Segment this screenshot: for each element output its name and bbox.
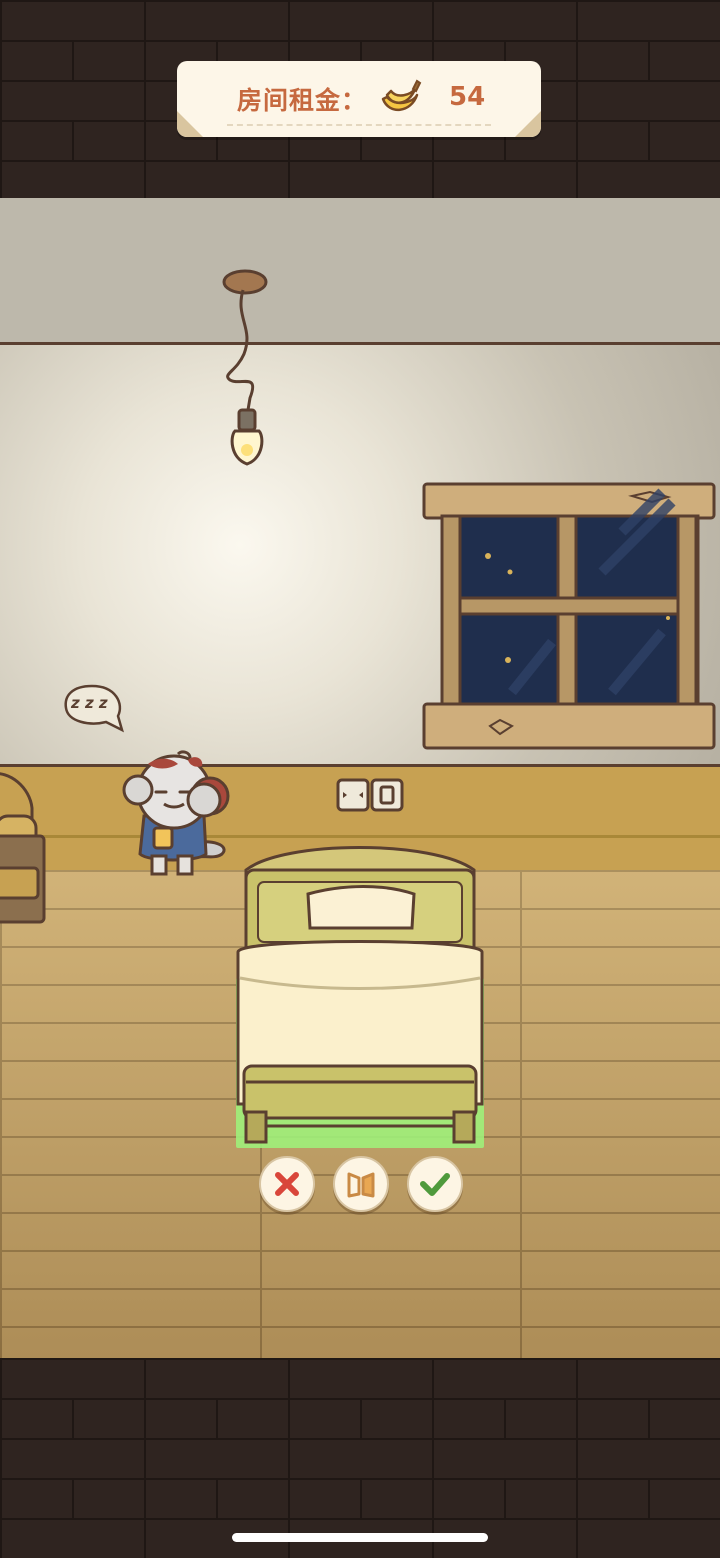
confirm-button[interactable] [407, 1156, 463, 1212]
panel-fold-left [177, 111, 203, 137]
sleep-bubble-icon: z z z [62, 682, 126, 734]
panel-divider [227, 124, 491, 126]
cancel-button[interactable] [259, 1156, 315, 1212]
bottom-brick-wall [0, 1358, 720, 1558]
light-bulb-icon[interactable] [210, 268, 280, 478]
rent-label: 房间租金： [237, 86, 368, 115]
armchair-icon[interactable] [0, 768, 50, 938]
flip-button[interactable] [333, 1156, 389, 1212]
check-icon [420, 1173, 450, 1196]
home-indicator[interactable] [232, 1533, 488, 1542]
room-rent-panel: 房间租金： 54 [177, 61, 541, 137]
panel-fold-right [515, 111, 541, 137]
sleep-bubble-text: z z z [71, 694, 108, 712]
window-icon[interactable] [422, 482, 718, 752]
wall-socket-icon [336, 778, 404, 812]
close-icon [275, 1172, 299, 1196]
cat-tenant-icon[interactable] [118, 750, 234, 878]
flip-icon [347, 1172, 375, 1198]
ceiling [0, 198, 720, 345]
bed-icon[interactable] [234, 842, 486, 1148]
rent-value: 54 [449, 82, 486, 112]
banana-icon [381, 79, 422, 111]
